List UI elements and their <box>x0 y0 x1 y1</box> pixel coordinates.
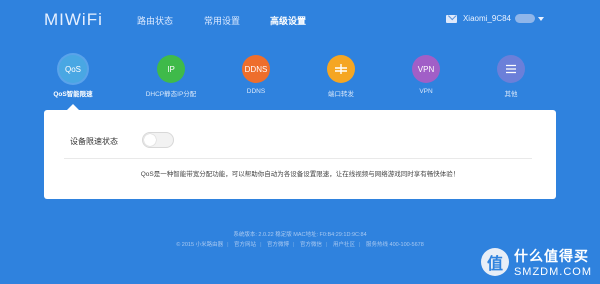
tile-qos[interactable]: QoS QoS智能限速 <box>43 55 103 98</box>
qos-icon: QoS <box>59 55 87 83</box>
mail-icon[interactable] <box>445 14 457 23</box>
tile-ddns[interactable]: DDNS DDNS <box>226 55 286 95</box>
qos-description: QoS是一种智能带宽分配功能，可以帮助你自动为各设备设置限速，让在线视频与网络游… <box>140 171 460 178</box>
qos-toggle[interactable] <box>142 132 174 148</box>
tile-label: DHCP静态IP分配 <box>145 91 197 98</box>
menu-icon <box>497 55 525 83</box>
tile-label: DDNS <box>246 88 266 95</box>
watermark: 值 什么值得买 SMZDM.COM <box>480 246 592 278</box>
tile-dhcp-static-ip[interactable]: IP DHCP静态IP分配 <box>141 55 201 98</box>
qos-panel: 设备限速状态 QoS是一种智能带宽分配功能，可以帮助你自动为各设备设置限速，让在… <box>44 110 556 199</box>
vpn-icon: VPN <box>412 55 440 83</box>
nav-advanced-settings[interactable]: 高级设置 <box>270 14 306 27</box>
nav-router-status[interactable]: 路由状态 <box>137 14 173 27</box>
footer-link-wechat[interactable]: 官方微信 <box>300 242 322 248</box>
tile-other[interactable]: 其他 <box>481 55 541 98</box>
system-info: 系统版本: 2.0.22 稳定版 MAC地址: F0:B4:29:1D:9C:8… <box>233 232 367 238</box>
divider <box>64 158 532 159</box>
avatar <box>515 14 535 23</box>
tile-label: QoS智能限速 <box>53 91 93 98</box>
chevron-down-icon <box>538 16 544 21</box>
tile-vpn[interactable]: VPN VPN <box>396 55 456 95</box>
footer-link-community[interactable]: 用户社区 <box>333 242 355 248</box>
ddns-icon: DDNS <box>242 55 270 83</box>
nav-common-settings[interactable]: 常用设置 <box>204 14 240 27</box>
tile-label: VPN <box>419 88 433 95</box>
logo: MIWiFi <box>44 10 103 29</box>
top-bar: MIWiFi 路由状态 常用设置 高级设置 Xiaomi_9C84 <box>0 0 600 40</box>
toggle-knob <box>144 134 156 146</box>
footer-link-weibo[interactable]: 官方微博 <box>267 242 289 248</box>
ip-icon: IP <box>157 55 185 83</box>
tile-label: 其他 <box>504 91 518 98</box>
watermark-cn: 什么值得买 <box>513 248 589 264</box>
tile-port-forward[interactable]: 端口转发 <box>311 55 371 98</box>
service-hotline: 服务热线 400-100-5678 <box>365 242 424 248</box>
copyright: © 2015 小米路由器 <box>176 242 224 248</box>
footer-link-website[interactable]: 官方网站 <box>234 242 256 248</box>
user-menu[interactable]: Xiaomi_9C84 <box>445 14 544 23</box>
tile-label: 端口转发 <box>328 91 354 98</box>
watermark-badge: 值 <box>480 248 509 276</box>
watermark-en: SMZDM.COM <box>513 266 592 278</box>
port-forward-icon <box>327 55 355 83</box>
status-label: 设备限速状态 <box>70 137 118 146</box>
user-name: Xiaomi_9C84 <box>462 14 511 23</box>
